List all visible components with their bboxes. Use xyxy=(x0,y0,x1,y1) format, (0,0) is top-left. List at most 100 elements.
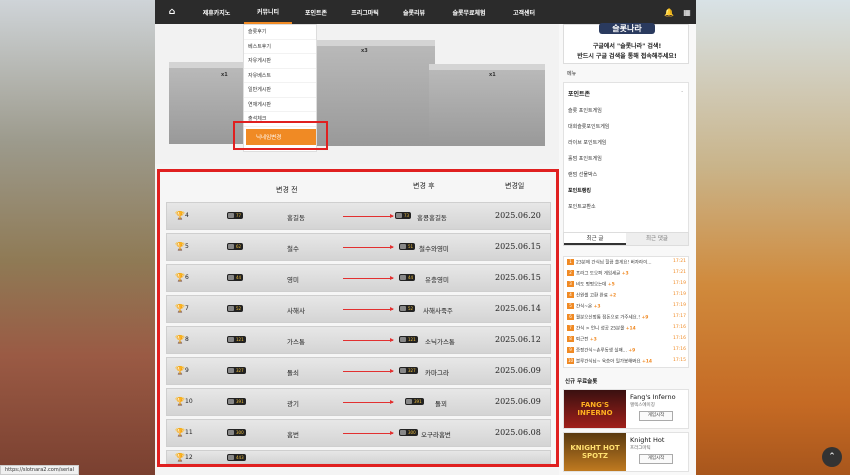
old-nickname: 홍길동 xyxy=(287,214,305,222)
post-number: 9 xyxy=(567,347,574,353)
tab-recent-posts[interactable]: 최근 글 xyxy=(564,233,626,245)
scroll-to-top-icon[interactable]: ⌃ xyxy=(822,447,842,467)
list-item[interactable]: 7 간식 > 언니 성공 25분몰 +14 17:16 xyxy=(567,325,687,334)
trophy-icon: 🏆 xyxy=(175,335,185,344)
nav-item-free-slot[interactable]: 슬롯무료체험 xyxy=(438,0,500,24)
header-before: 변경 전 xyxy=(276,186,298,194)
trophy-icon: 🏆 xyxy=(175,242,185,251)
home-icon[interactable]: ⌂ xyxy=(155,0,189,24)
pointzone-menu: 포인트존 - 슬롯 포인트게임 대회슬롯포인트게임 라이브 포인트게임 홀덤 포… xyxy=(563,82,689,238)
list-item[interactable]: 1 23분에 간식님 힐끔 쏠게요! 버자라이... 17:21 xyxy=(567,259,687,268)
dropdown-item-best-review[interactable]: 베스트후기 xyxy=(244,40,316,54)
nav-item-pointzone[interactable]: 포인트존 xyxy=(292,0,340,24)
list-item[interactable]: 2 프라그 도오퍼 게임세글 +3 17:21 xyxy=(567,270,687,279)
nav-item-pragmatic[interactable]: 프리그마틱 xyxy=(340,0,390,24)
podium-center: x3 xyxy=(315,40,435,146)
dropdown-item-free-best[interactable]: 자유베스트 xyxy=(244,69,316,83)
podium-center-reward: x3 xyxy=(361,48,368,54)
rank-number: 12 xyxy=(185,454,193,461)
nav-item-slot-review[interactable]: 슬롯리뷰 xyxy=(390,0,438,24)
table-row[interactable]: 🏆 11 300 홈번 300 오구라홈번 2025.06.08 xyxy=(166,419,551,447)
menu-heading[interactable]: 포인트존 xyxy=(568,89,590,98)
list-item[interactable]: 3 비도 펑펑오는데 +5 17:19 xyxy=(567,281,687,290)
menu-item-point-ranking[interactable]: 포인트랭킹 xyxy=(568,187,591,194)
grid-menu-icon[interactable]: ▦ xyxy=(678,0,696,24)
old-nickname: 가스통 xyxy=(287,338,305,346)
arrow-icon xyxy=(343,369,394,373)
game-card[interactable]: KNIGHT HOT SPOTZ Knight Hot 프라그마틱 게임시작 xyxy=(563,432,689,472)
post-time: 17:16 xyxy=(673,336,686,341)
old-nickname: 영미 xyxy=(287,276,299,284)
header-date: 변경일 xyxy=(505,182,525,190)
google-search-banner[interactable]: 슬롯나라 구글에서 "슬롯나라" 검색! 반드시 구글 검색을 통해 접속해주세… xyxy=(563,23,689,64)
game-name: Fang's Inferno xyxy=(630,393,676,401)
post-title: 간식~온 xyxy=(576,304,593,310)
dropdown-item-serial-board[interactable]: 연재게시판 xyxy=(244,98,316,112)
game-thumbnail[interactable]: KNIGHT HOT SPOTZ xyxy=(564,433,626,471)
old-level-badge: 121 xyxy=(227,336,246,343)
rank-number: 6 xyxy=(185,274,189,281)
post-title: 월분으신정통 점돈으로 가주세요.! xyxy=(576,315,641,321)
new-level-badge: 391 xyxy=(405,398,424,405)
table-row[interactable]: 🏆 4 77 홍길동 73 홍콩홍길동 2025.06.20 xyxy=(166,202,551,230)
bell-icon[interactable]: 🔔 xyxy=(660,0,678,24)
post-time: 17:19 xyxy=(673,292,686,297)
change-date: 2025.06.20 xyxy=(495,211,541,220)
menu-item-tournament-slot[interactable]: 대회슬롯포인트게임 xyxy=(568,123,609,130)
new-level-badge: 51 xyxy=(399,243,416,250)
comment-count: +2 xyxy=(609,293,617,299)
podium-right: x1 xyxy=(429,64,545,146)
rank-number: 8 xyxy=(185,336,189,343)
table-row[interactable]: 🏆 12 443 xyxy=(166,450,551,464)
tab-recent-comments[interactable]: 최근 댓글 xyxy=(626,233,688,245)
change-date: 2025.06.15 xyxy=(495,242,541,251)
arrow-icon xyxy=(343,431,394,435)
arrow-icon xyxy=(343,214,394,218)
list-item[interactable]: 9 증정간식~손루동생 실패... +9 17:16 xyxy=(567,347,687,356)
dropdown-item-slot-review[interactable]: 슬롯후기 xyxy=(244,25,316,40)
old-nickname: 사해사 xyxy=(287,307,305,315)
new-free-slot-label: 신규 무료슬롯 xyxy=(565,379,598,385)
nav-item-casino[interactable]: 제휴카지노 xyxy=(189,0,244,24)
table-row[interactable]: 🏆 10 391 광기 391 돌꾀 2025.06.09 xyxy=(166,388,551,416)
dropdown-item-free-board[interactable]: 자유게시판 xyxy=(244,54,316,69)
table-row[interactable]: 🏆 6 44 영미 44 유충영미 2025.06.15 xyxy=(166,264,551,292)
list-item[interactable]: 4 신원셀 고환 완료 +2 17:19 xyxy=(567,292,687,301)
play-game-button[interactable]: 게임시작 xyxy=(639,454,673,464)
post-title: 퇴근전 xyxy=(576,337,589,343)
menu-item-slot-point-game[interactable]: 슬롯 포인트게임 xyxy=(568,107,602,114)
old-level-badge: 391 xyxy=(227,398,246,405)
old-level-badge: 443 xyxy=(227,454,246,461)
list-item[interactable]: 6 월분으신정통 점돈으로 가주세요.! +9 17:17 xyxy=(567,314,687,323)
dropdown-item-general-board[interactable]: 일반게시판 xyxy=(244,83,316,98)
trophy-icon: 🏆 xyxy=(175,428,185,437)
menu-item-point-exchange[interactable]: 포인트교환소 xyxy=(568,203,596,210)
old-nickname: 홈번 xyxy=(287,431,299,439)
game-thumbnail[interactable]: FANG'S INFERNO xyxy=(564,390,626,428)
menu-item-holdem-point-game[interactable]: 홀덤 포인트게임 xyxy=(568,155,602,162)
play-game-button[interactable]: 게임시작 xyxy=(639,411,673,421)
table-row[interactable]: 🏆 7 52 사해사 52 사해사죽주 2025.06.14 xyxy=(166,295,551,323)
post-title: 블루간식님~ 육승아 밀가봉해봐요 xyxy=(576,359,641,365)
post-number: 2 xyxy=(567,270,574,276)
post-time: 17:21 xyxy=(673,259,686,264)
collapse-icon[interactable]: - xyxy=(681,89,683,95)
table-row[interactable]: 🏆 8 121 가스통 121 소닉가스통 2025.06.12 xyxy=(166,326,551,354)
nav-item-community[interactable]: 커뮤니티 xyxy=(244,0,292,24)
menu-item-random-giftbox[interactable]: 랜덤 선물박스 xyxy=(568,171,597,178)
trophy-icon: 🏆 xyxy=(175,273,185,282)
comment-count: +14 xyxy=(625,326,636,332)
rank-number: 9 xyxy=(185,367,189,374)
nav-item-support[interactable]: 고객센터 xyxy=(500,0,548,24)
menu-item-live-point-game[interactable]: 라이브 포인트게임 xyxy=(568,139,606,146)
list-item[interactable]: 5 간식~온 +3 17:19 xyxy=(567,303,687,312)
post-time: 17:16 xyxy=(673,347,686,352)
list-item[interactable]: 10 블루간식님~ 육승아 밀가봉해봐요 +14 17:15 xyxy=(567,358,687,367)
game-card[interactable]: FANG'S INFERNO Fang's Inferno 앨렉스에이징 게임시… xyxy=(563,389,689,429)
banner-line-1: 구글에서 "슬롯나라" 검색! xyxy=(592,43,662,50)
table-row[interactable]: 🏆 9 327 돌쇠 327 카마그라 2025.06.09 xyxy=(166,357,551,385)
table-row[interactable]: 🏆 5 62 철수 51 철수와영미 2025.06.15 xyxy=(166,233,551,261)
list-item[interactable]: 8 퇴근전 +3 17:16 xyxy=(567,336,687,345)
new-level-badge: 121 xyxy=(399,336,418,343)
trophy-icon: 🏆 xyxy=(175,397,185,406)
